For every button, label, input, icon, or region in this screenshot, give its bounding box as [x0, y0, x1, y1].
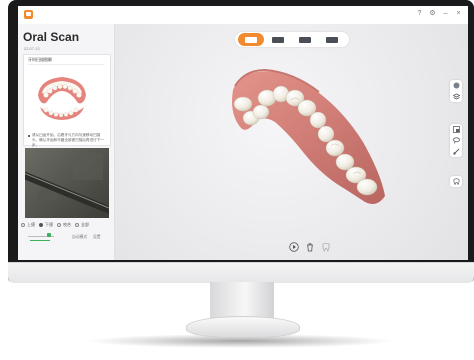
guide-card-header: 牙科扫描图解	[28, 57, 52, 62]
mode-lower-label: 下颌	[45, 222, 53, 227]
close-button[interactable]: ×	[455, 9, 462, 19]
mode-all[interactable]: 全部	[75, 222, 89, 228]
mode-bite[interactable]: 咬合	[57, 222, 71, 228]
play-icon[interactable]	[289, 242, 299, 252]
app-screen: ? ⚙ – × Oral Scan 22.07.13 牙科扫描图解 请从臼齿开始…	[18, 6, 468, 260]
radio-lower[interactable]	[39, 223, 43, 227]
speed-slider-fill	[30, 240, 50, 241]
layers-icon[interactable]	[452, 93, 460, 100]
title-bar: ? ⚙ – ×	[18, 6, 468, 24]
divider	[28, 64, 104, 65]
crop-icon[interactable]	[452, 126, 460, 133]
radio-upper[interactable]	[21, 223, 25, 227]
settings-button[interactable]: ⚙	[429, 9, 436, 19]
mode-bite-label: 咬合	[63, 222, 71, 227]
mode-upper[interactable]: 上颌	[21, 222, 35, 228]
minimize-button[interactable]: –	[442, 9, 449, 19]
lasso-icon[interactable]	[452, 137, 460, 144]
radio-all[interactable]	[75, 223, 79, 227]
tooth-outline-icon[interactable]	[321, 242, 331, 252]
app-title: Oral Scan	[23, 30, 80, 44]
view-tools	[450, 80, 462, 102]
edit-tools	[450, 124, 462, 157]
scan-mode-group: 上颌 下颌 咬合 全部	[21, 222, 89, 228]
speed-slider-thumb[interactable]	[47, 233, 51, 237]
guide-card: 牙科扫描图解 请从臼齿开始，沿着牙弓方向匀速移动扫描头，确认牙齿和牙龈全部被扫描…	[23, 54, 111, 147]
dental-arch-model[interactable]	[115, 24, 468, 260]
camera-preview	[25, 148, 109, 218]
monitor-stand-foot	[186, 316, 300, 338]
mode-upper-label: 上颌	[27, 222, 35, 227]
help-button[interactable]: ?	[416, 9, 423, 19]
settings-label[interactable]: 设置	[93, 235, 101, 240]
jaw-illustration	[38, 77, 86, 120]
camera-feed-image	[25, 148, 109, 218]
sidebar: Oral Scan 22.07.13 牙科扫描图解 请从臼齿开始，沿着牙弓方向匀…	[18, 24, 115, 260]
auto-mode-label[interactable]: 自动模式	[72, 235, 87, 240]
radio-bite[interactable]	[57, 223, 61, 227]
scan-viewer[interactable]	[115, 24, 468, 260]
tooth-tools	[450, 176, 462, 187]
brush-icon[interactable]	[452, 148, 460, 155]
mode-all-label: 全部	[81, 222, 89, 227]
app-logo-icon	[24, 10, 33, 19]
guide-card-note: 请从臼齿开始，沿着牙弓方向匀速移动扫描头，确认牙齿和牙龈全部被扫描后再进行下一步…	[32, 133, 104, 147]
trash-icon[interactable]	[305, 242, 315, 252]
window-controls: ? ⚙ – ×	[416, 9, 462, 19]
sphere-icon[interactable]	[453, 82, 460, 89]
monitor-chin	[8, 262, 474, 283]
app-version: 22.07.13	[24, 46, 40, 51]
bullet-icon	[28, 135, 30, 137]
mode-lower[interactable]: 下颌	[39, 222, 53, 228]
tooth-icon[interactable]	[453, 178, 460, 185]
playback-controls	[289, 242, 331, 252]
